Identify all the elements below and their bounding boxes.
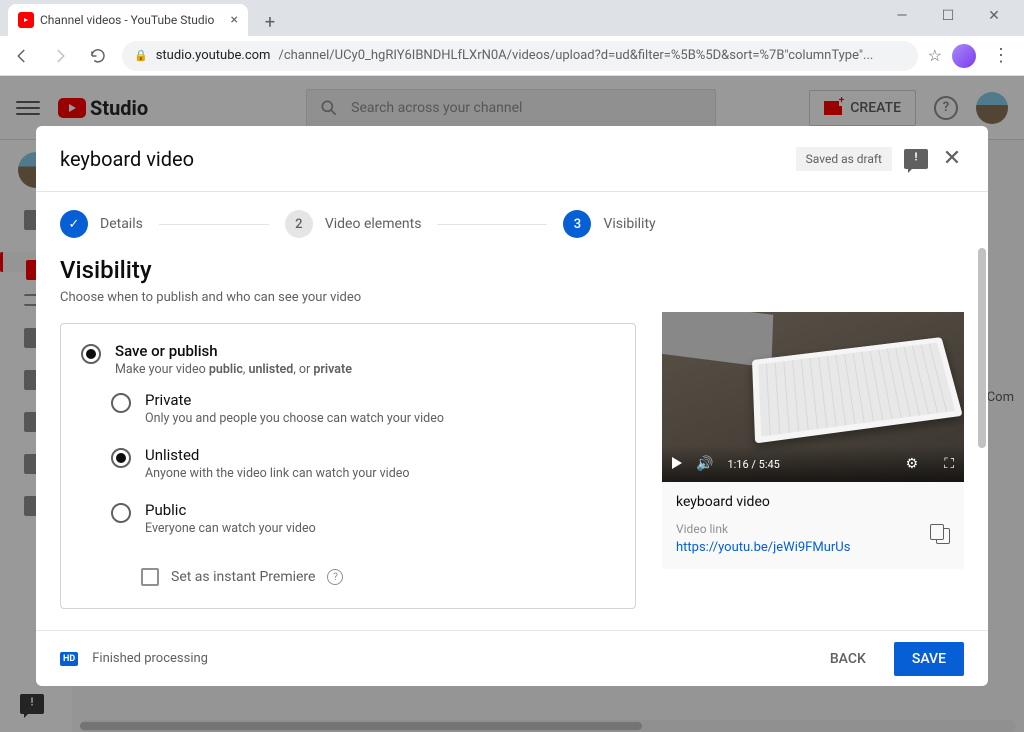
url-domain: studio.youtube.com: [156, 48, 271, 63]
tab-title: Channel videos - YouTube Studio: [40, 13, 214, 27]
preview-video-title: keyboard video: [676, 494, 950, 510]
play-icon[interactable]: [672, 457, 682, 472]
option-title: Unlisted: [145, 446, 410, 464]
video-link[interactable]: https://youtu.be/jeWi9FMurUs: [676, 540, 950, 555]
step-label: Details: [100, 216, 143, 232]
vertical-scrollbar[interactable]: [978, 248, 986, 448]
tab-close-icon[interactable]: ×: [231, 12, 238, 28]
feedback-icon[interactable]: [904, 149, 928, 169]
window-controls: — ☐ ✕: [872, 2, 1024, 36]
back-button[interactable]: BACK: [816, 643, 880, 675]
modal-body: Visibility Choose when to publish and wh…: [36, 248, 988, 630]
copy-link-icon[interactable]: [930, 524, 950, 544]
step-details[interactable]: ✓ Details: [60, 210, 143, 238]
playback-time: 1:16 / 5:45: [727, 458, 779, 471]
url-path: /channel/UCy0_hgRIY6IBNDHLfLXrN0A/videos…: [278, 48, 873, 63]
browser-menu-icon[interactable]: ⋮: [986, 45, 1016, 66]
hd-badge: HD: [60, 652, 78, 666]
window-close-icon[interactable]: ✕: [980, 2, 1008, 30]
visibility-section: Visibility Choose when to publish and wh…: [60, 256, 636, 630]
video-thumbnail[interactable]: 🔊 1:16 / 5:45 ⚙ ⛶: [662, 312, 964, 482]
radio-unchecked-icon[interactable]: [111, 393, 131, 413]
tab-bar: Channel videos - YouTube Studio × + — ☐ …: [0, 0, 1024, 36]
minimize-icon[interactable]: —: [888, 2, 916, 30]
option-unlisted[interactable]: Unlisted Anyone with the video link can …: [111, 446, 615, 481]
step-label: Visibility: [603, 216, 655, 232]
volume-icon[interactable]: 🔊: [696, 456, 713, 472]
radio-checked-icon[interactable]: [111, 448, 131, 468]
option-public[interactable]: Public Everyone can watch your video: [111, 501, 615, 536]
maximize-icon[interactable]: ☐: [934, 2, 962, 30]
step-circle-done: ✓: [60, 210, 88, 238]
step-circle-active: 3: [563, 210, 591, 238]
preview-column: 🔊 1:16 / 5:45 ⚙ ⛶ keyboard video Video l…: [662, 256, 964, 630]
back-button[interactable]: [8, 42, 36, 70]
option-desc: Make your video public, unlisted, or pri…: [115, 362, 352, 377]
browser-chrome: Channel videos - YouTube Studio × + — ☐ …: [0, 0, 1024, 76]
forward-button[interactable]: [46, 42, 74, 70]
section-title: Visibility: [60, 256, 636, 284]
extension-icon[interactable]: [952, 44, 976, 68]
option-desc: Anyone with the video link can watch you…: [145, 466, 410, 481]
step-connector: [159, 224, 269, 225]
checkbox-unchecked-icon[interactable]: [141, 568, 159, 586]
modal-footer: HD Finished processing BACK SAVE: [36, 630, 988, 686]
video-preview-card: 🔊 1:16 / 5:45 ⚙ ⛶ keyboard video Video l…: [662, 312, 964, 569]
step-video-elements[interactable]: 2 Video elements: [285, 210, 422, 238]
visibility-options: Save or publish Make your video public, …: [60, 323, 636, 609]
option-desc: Everyone can watch your video: [145, 521, 316, 536]
modal-overlay: keyboard video Saved as draft ✕ ✓ Detail…: [0, 76, 1024, 732]
help-tooltip-icon[interactable]: ?: [327, 569, 343, 585]
radio-unchecked-icon[interactable]: [111, 503, 131, 523]
processing-status: Finished processing: [92, 651, 208, 666]
bookmark-star-icon[interactable]: ☆: [928, 46, 942, 65]
reload-button[interactable]: [84, 42, 112, 70]
modal-header: keyboard video Saved as draft ✕: [36, 126, 988, 191]
sub-options: Private Only you and people you choose c…: [111, 391, 615, 586]
lock-icon: 🔒: [134, 49, 148, 62]
modal-title: keyboard video: [60, 147, 194, 171]
youtube-favicon: [18, 12, 34, 28]
option-save-or-publish[interactable]: Save or publish Make your video public, …: [81, 342, 615, 377]
premiere-label: Set as instant Premiere: [171, 569, 315, 585]
video-link-label: Video link: [676, 522, 950, 536]
stepper: ✓ Details 2 Video elements 3 Visibility: [36, 192, 988, 248]
step-label: Video elements: [325, 216, 422, 232]
option-private[interactable]: Private Only you and people you choose c…: [111, 391, 615, 426]
step-connector: [437, 224, 547, 225]
option-desc: Only you and people you choose can watch…: [145, 411, 444, 426]
address-bar: 🔒 studio.youtube.com/channel/UCy0_hgRIY6…: [0, 36, 1024, 76]
player-controls: 🔊 1:16 / 5:45 ⚙ ⛶: [662, 446, 964, 482]
fullscreen-icon[interactable]: ⛶: [944, 456, 954, 472]
section-subtitle: Choose when to publish and who can see y…: [60, 290, 636, 305]
new-tab-button[interactable]: +: [256, 8, 284, 36]
radio-checked-icon[interactable]: [81, 344, 101, 364]
save-button[interactable]: SAVE: [894, 642, 964, 676]
option-title: Public: [145, 501, 316, 519]
settings-gear-icon[interactable]: ⚙: [906, 456, 919, 472]
step-circle-pending: 2: [285, 210, 313, 238]
url-field[interactable]: 🔒 studio.youtube.com/channel/UCy0_hgRIY6…: [122, 41, 918, 71]
upload-modal: keyboard video Saved as draft ✕ ✓ Detail…: [36, 126, 988, 686]
step-visibility[interactable]: 3 Visibility: [563, 210, 655, 238]
close-icon[interactable]: ✕: [940, 146, 964, 171]
browser-tab[interactable]: Channel videos - YouTube Studio ×: [8, 4, 248, 36]
draft-status-badge: Saved as draft: [796, 147, 892, 171]
option-title: Save or publish: [115, 342, 352, 360]
preview-meta: keyboard video Video link https://youtu.…: [662, 482, 964, 569]
option-title: Private: [145, 391, 444, 409]
premiere-option[interactable]: Set as instant Premiere ?: [141, 568, 615, 586]
